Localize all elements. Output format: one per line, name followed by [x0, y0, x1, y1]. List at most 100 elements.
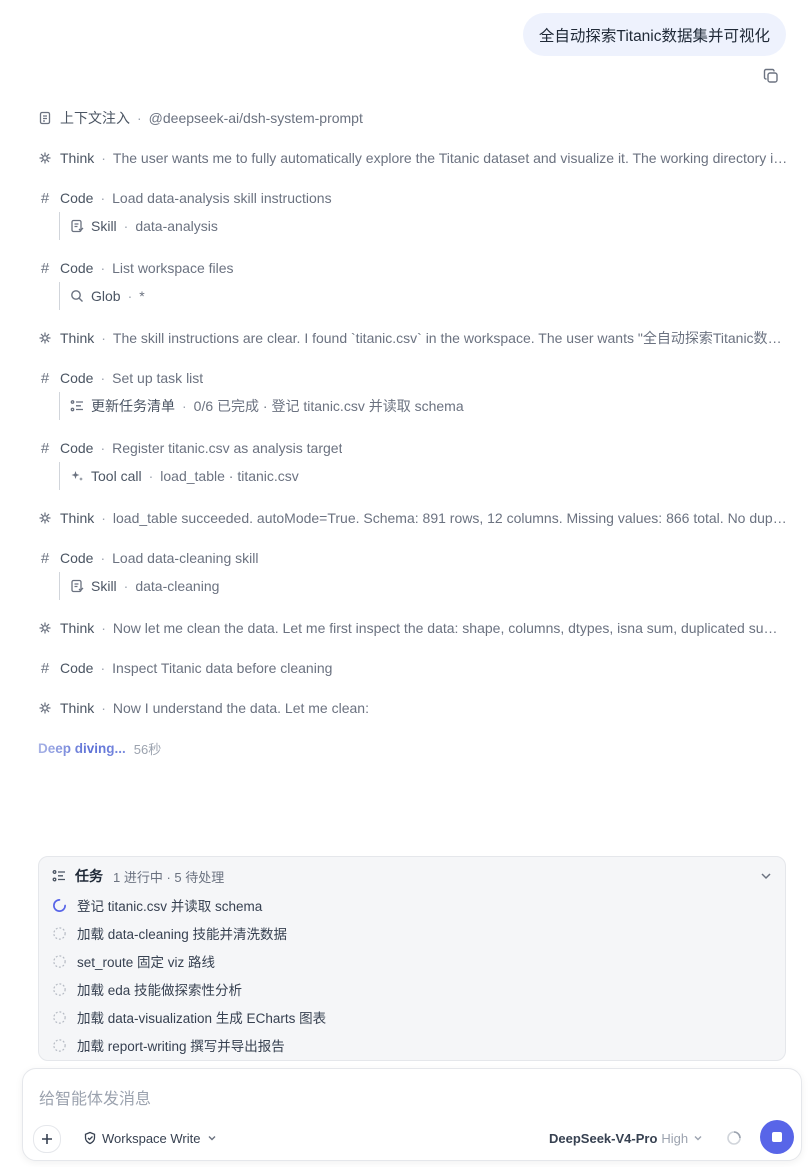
chevron-down-icon[interactable]: [759, 869, 773, 883]
separator: ·: [123, 218, 129, 234]
separator: ·: [100, 190, 106, 206]
list-icon: [70, 399, 84, 413]
separator: ·: [101, 510, 106, 526]
stop-button[interactable]: [760, 1120, 794, 1154]
plus-icon: [42, 1134, 52, 1144]
step-kind: Think: [60, 700, 95, 716]
message-input[interactable]: 给智能体发消息: [39, 1085, 151, 1109]
copy-icon[interactable]: [762, 67, 780, 85]
step-row[interactable]: Think · Now let me clean the data. Let me …: [38, 616, 788, 640]
task-label: 加载 data-cleaning 技能并清洗数据: [77, 927, 288, 942]
pending-circle-icon: [53, 1038, 66, 1052]
task-panel-meta: 1 进行中 · 5 待处理: [113, 869, 225, 885]
separator: ·: [100, 260, 106, 276]
task-label: set_route 固定 viz 路线: [77, 955, 216, 970]
step-subitem[interactable]: Tool call · load_table · titanic.csv: [59, 462, 299, 490]
task-item: 加载 report-writing 撰写并导出报告: [52, 1035, 285, 1055]
add-attachment-button[interactable]: [33, 1125, 61, 1153]
separator: ·: [123, 578, 129, 594]
task-panel-header[interactable]: 任务 1 进行中 · 5 待处理: [52, 867, 773, 885]
shield-icon: [84, 1131, 96, 1145]
step-kind: Code: [60, 550, 94, 566]
separator: ·: [101, 620, 106, 636]
step-description: Set up task list: [112, 370, 204, 386]
chevron-down-icon: [694, 1136, 702, 1141]
skill-icon: [70, 579, 84, 593]
subitem-description: data-cleaning: [135, 578, 220, 594]
step-row[interactable]: # Code · Set up task list: [38, 366, 788, 390]
brain-icon: [38, 621, 52, 635]
subitem-kind: Tool call: [91, 468, 142, 484]
step-kind: Think: [60, 330, 95, 346]
step-description: Now I understand the data. Let me clean:: [112, 700, 369, 716]
hash-icon: #: [40, 549, 50, 567]
step-kind: Code: [60, 660, 94, 676]
step-kind: Code: [60, 190, 94, 206]
separator: ·: [101, 330, 106, 346]
separator: ·: [127, 288, 133, 304]
step-row[interactable]: 上下文注入 · @deepseek-ai/dsh-system-prompt: [38, 106, 788, 130]
model-level: High: [661, 1130, 689, 1146]
hash-icon: #: [40, 659, 50, 677]
separator: ·: [182, 398, 187, 414]
in-progress-spinner-icon: [53, 898, 66, 912]
task-item: set_route 固定 viz 路线: [52, 951, 215, 971]
step-row[interactable]: # Code · Load data-analysis skill instructi…: [38, 186, 788, 210]
step-description: The user wants me to fully automatically…: [112, 150, 788, 166]
subitem-kind: Skill: [91, 578, 117, 594]
step-kind: Code: [60, 260, 94, 276]
separator: ·: [100, 550, 106, 566]
pending-circle-icon: [53, 1010, 66, 1024]
subitem-description: 0/6 已完成 · 登记 titanic.csv 并读取 schema: [193, 398, 464, 414]
workspace-mode-label: Workspace Write: [102, 1130, 201, 1146]
step-description: Load data-analysis skill instructions: [112, 190, 332, 206]
message-composer[interactable]: 给智能体发消息 Workspace Write DeepSeek-V4-Pro …: [22, 1068, 802, 1161]
document-icon: [38, 111, 52, 125]
task-item: 登记 titanic.csv 并读取 schema: [52, 895, 262, 915]
step-subitem[interactable]: Skill · data-cleaning: [59, 572, 219, 600]
step-subitem[interactable]: Skill · data-analysis: [59, 212, 218, 240]
task-item: 加载 data-cleaning 技能并清洗数据: [52, 923, 287, 943]
step-row[interactable]: Think · The user wants me to fully automat…: [38, 146, 788, 170]
subitem-description: load_table · titanic.csv: [160, 468, 299, 484]
pending-circle-icon: [53, 926, 66, 940]
step-subitem[interactable]: 更新任务清单 · 0/6 已完成 · 登记 titanic.csv 并读取 sche…: [59, 392, 464, 420]
step-description: Load data-cleaning skill: [112, 550, 259, 566]
step-row[interactable]: # Code · List workspace files: [38, 256, 788, 280]
status-indicator: Deep diving... 56秒: [38, 739, 161, 758]
pending-circle-icon: [53, 954, 66, 968]
step-description: Inspect Titanic data before cleaning: [112, 660, 333, 676]
step-row[interactable]: Think · Now I understand the data. Let me …: [38, 696, 788, 720]
workspace-mode-button[interactable]: Workspace Write: [83, 1129, 223, 1147]
step-row[interactable]: # Code · Register titanic.csv as analysis t…: [38, 436, 788, 460]
task-panel: 任务 1 进行中 · 5 待处理 登记 titanic.csv 并读取 sche…: [38, 856, 786, 1061]
step-row[interactable]: # Code · Inspect Titanic data before cleani…: [38, 656, 788, 680]
step-kind: Think: [60, 620, 95, 636]
step-subitem[interactable]: Glob · *: [59, 282, 145, 310]
subitem-description: data-analysis: [135, 218, 218, 234]
step-kind: Think: [60, 150, 95, 166]
separator: ·: [137, 110, 142, 126]
task-label: 加载 report-writing 撰写并导出报告: [77, 1039, 285, 1054]
hash-icon: #: [40, 369, 50, 387]
separator: ·: [100, 660, 106, 676]
model-selector[interactable]: DeepSeek-V4-Pro High: [549, 1129, 704, 1147]
brain-icon: [38, 511, 52, 525]
task-label: 加载 eda 技能做探索性分析: [77, 983, 243, 998]
step-row[interactable]: # Code · Load data-cleaning skill: [38, 546, 788, 570]
step-kind: Code: [60, 370, 94, 386]
hash-icon: #: [40, 189, 50, 207]
step-description: The skill instructions are clear. I foun…: [112, 330, 788, 346]
step-description: @deepseek-ai/dsh-system-prompt: [148, 110, 363, 126]
subitem-kind: Glob: [91, 288, 121, 304]
subitem-description: *: [139, 288, 145, 304]
separator: ·: [101, 150, 106, 166]
separator: ·: [100, 370, 106, 386]
step-row[interactable]: Think · load_table succeeded. autoMode=Tru…: [38, 506, 788, 530]
pending-circle-icon: [53, 982, 66, 996]
elapsed-time: 56秒: [133, 742, 162, 757]
separator: ·: [148, 468, 154, 484]
brain-icon: [38, 151, 52, 165]
task-panel-title: 任务: [75, 868, 103, 884]
step-row[interactable]: Think · The skill instructions are clear. …: [38, 326, 788, 350]
